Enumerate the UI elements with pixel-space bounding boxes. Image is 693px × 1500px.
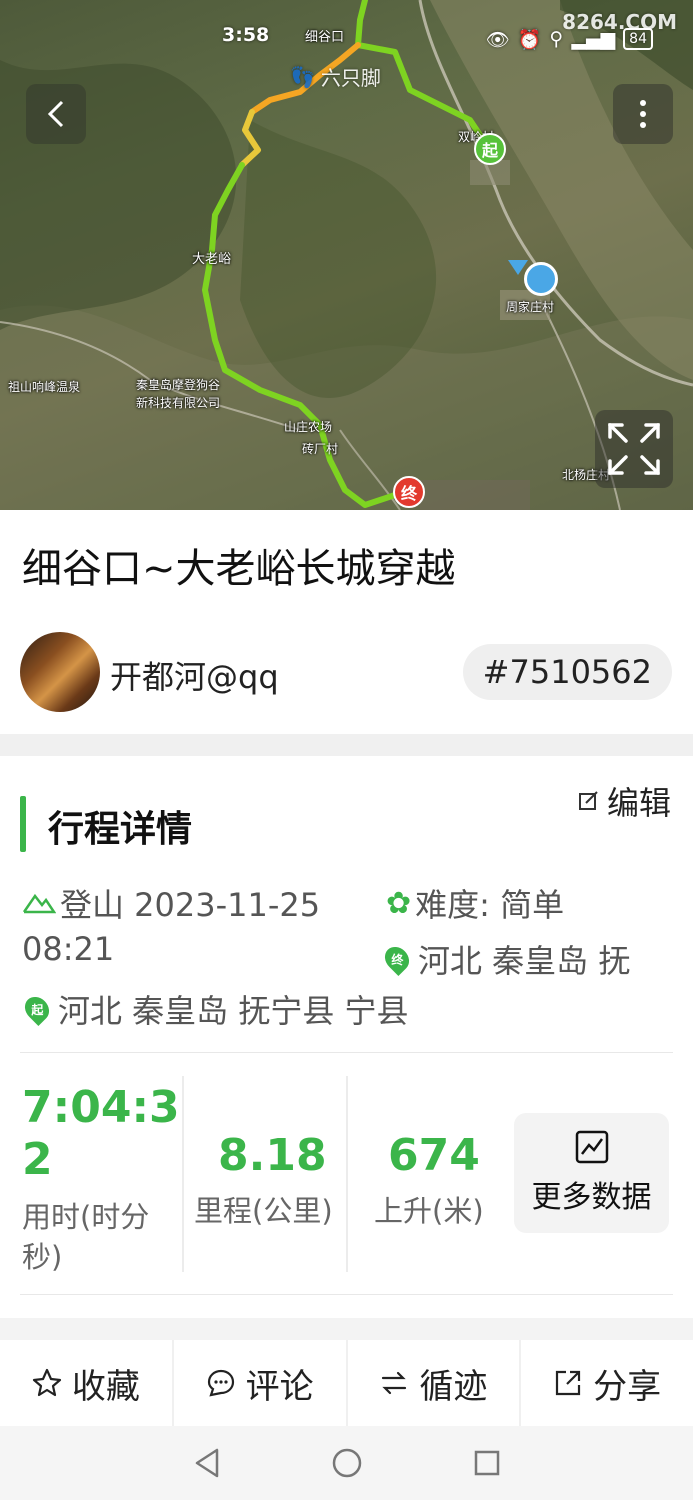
difficulty-value: 难度: 简单 — [415, 886, 565, 924]
stat-divider — [182, 1076, 184, 1272]
activity-time: 08:21 — [22, 930, 115, 968]
map-label-factory: 砖厂村 — [302, 442, 339, 456]
activity-info: 登山 2023-11-25 — [22, 880, 320, 926]
difficulty-info: ✿ 难度: 简单 — [386, 880, 564, 926]
eye-icon: 👁 — [485, 28, 510, 51]
map-label-top-village: 细谷口 — [305, 30, 345, 45]
activity-time-row: 08:21 — [22, 930, 114, 968]
section-title: 行程详情 — [48, 809, 193, 850]
brand-logo: 👣 六只脚 — [290, 62, 381, 91]
map-label-south-village: 周家庄村 — [506, 300, 555, 314]
nav-back-icon[interactable] — [193, 1447, 221, 1479]
signal-icon: ▂▄▆ — [571, 28, 616, 50]
comment-label: 评论 — [245, 1366, 314, 1407]
activity-date: 登山 2023-11-25 — [60, 886, 321, 924]
nav-recents-icon[interactable] — [473, 1449, 501, 1477]
map-label-field: 山庄农场 — [284, 420, 333, 434]
ascent-value: 674 — [388, 1130, 480, 1181]
chevron-left-icon — [47, 100, 64, 128]
duration-label-line2: 秒) — [22, 1240, 63, 1274]
system-nav-bar — [0, 1426, 693, 1500]
map-label-pass: 大老峪 — [192, 252, 232, 267]
start-pin-icon: 起 — [20, 992, 54, 1026]
more-data-button[interactable]: 更多数据 — [514, 1113, 669, 1233]
fullscreen-button[interactable] — [595, 410, 673, 488]
route-icon — [382, 1371, 407, 1395]
comment-button[interactable]: 评论 — [174, 1340, 348, 1426]
user-row: 开都河@qq #7510562 — [20, 632, 672, 712]
action-bar: 收藏 评论 循迹 分享 — [0, 1340, 693, 1426]
track-title: 细谷口~大老峪长城穿越 — [22, 546, 456, 592]
alarm-icon: ⏰ — [517, 28, 542, 51]
current-location-dot — [524, 262, 558, 296]
status-icons: 👁 ⏰ ⚲ ▂▄▆ 84 — [486, 24, 653, 54]
end-location-info: 终 河北 秦皇岛 抚 — [380, 936, 631, 982]
more-options-button[interactable] — [613, 84, 673, 144]
expand-icon — [608, 423, 660, 475]
share-label: 分享 — [593, 1366, 662, 1407]
favorite-button[interactable]: 收藏 — [0, 1340, 174, 1426]
puzzle-icon: ✿ — [386, 885, 412, 921]
follow-track-label: 循迹 — [419, 1366, 488, 1407]
section-accent-bar — [20, 796, 26, 852]
end-marker[interactable]: 终 — [393, 476, 425, 508]
map-label-wenquan: 祖山响峰温泉 — [8, 380, 81, 394]
duration-value-line1: 7:04:3 — [22, 1082, 180, 1133]
end-pin-icon: 终 — [380, 942, 414, 976]
distance-value: 8.18 — [218, 1130, 327, 1181]
share-button[interactable]: 分享 — [521, 1340, 693, 1426]
edit-icon — [578, 791, 598, 810]
follow-track-button[interactable]: 循迹 — [348, 1340, 522, 1426]
start-location-info: 起 河北 秦皇岛 抚宁县 宁县 — [20, 986, 409, 1032]
edit-button[interactable]: 编辑 — [577, 778, 671, 824]
stat-divider — [346, 1076, 348, 1272]
status-time: 3:58 — [222, 24, 270, 46]
duration-label-line1: 用时(时分 — [22, 1200, 150, 1234]
location-icon: ⚲ — [549, 28, 564, 50]
chart-icon — [575, 1130, 608, 1164]
back-button[interactable] — [26, 84, 86, 144]
route-map[interactable]: 8264.COM 3:58 👁 ⏰ ⚲ ▂▄▆ 84 👣 六只脚 细谷口 双岭村… — [0, 0, 693, 510]
more-data-label: 更多数据 — [531, 1180, 652, 1215]
end-location: 河北 秦皇岛 抚 — [418, 942, 631, 980]
share-icon — [556, 1370, 581, 1396]
duration-value-line2: 2 — [22, 1134, 53, 1185]
stats-divider — [20, 1294, 673, 1295]
record-id-badge: #7510562 — [462, 644, 672, 700]
map-label-company: 秦皇岛摩登狗谷 — [136, 378, 221, 392]
nav-home-icon[interactable] — [331, 1447, 363, 1479]
more-vertical-icon — [640, 100, 646, 128]
ascent-label: 上升(米) — [374, 1194, 484, 1228]
battery-icon: 84 — [623, 28, 653, 50]
username[interactable]: 开都河@qq — [110, 652, 279, 698]
brand-name: 六只脚 — [320, 66, 381, 90]
comment-icon — [207, 1369, 234, 1397]
section-separator — [0, 734, 693, 756]
footprint-icon: 👣 — [290, 64, 315, 89]
avatar[interactable] — [20, 632, 100, 712]
start-marker[interactable]: 起 — [474, 133, 506, 165]
star-icon — [32, 1368, 61, 1397]
distance-label: 里程(公里) — [194, 1194, 333, 1228]
favorite-label: 收藏 — [71, 1366, 140, 1407]
start-location: 河北 秦皇岛 抚宁县 宁县 — [58, 992, 409, 1030]
action-bar-separator — [0, 1318, 693, 1340]
details-divider — [20, 1052, 673, 1053]
edit-label: 编辑 — [606, 784, 671, 822]
map-label-company2: 新科技有限公司 — [136, 396, 221, 410]
mountain-icon — [22, 893, 56, 914]
